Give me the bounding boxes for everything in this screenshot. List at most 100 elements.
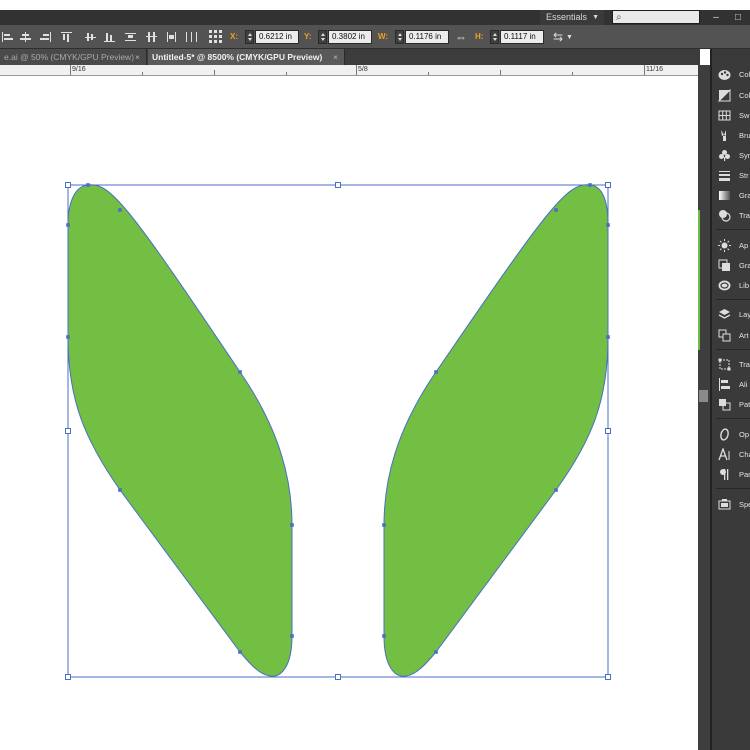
anchor-point[interactable] [66,223,70,227]
panel-transparency[interactable]: Tra [712,206,750,225]
anchor-point[interactable] [118,208,122,212]
minimize-button[interactable]: – [708,10,724,25]
bounding-box-handle[interactable] [65,182,71,188]
search-icon: ⌕ [616,12,622,23]
x-label: X: [230,32,238,41]
panel-graphic-styles[interactable]: Gra [712,256,750,275]
panel-gradient[interactable]: Gra [712,186,750,205]
panel-artboards[interactable]: Art [712,326,750,345]
anchor-point[interactable] [290,523,294,527]
workspace-label: Essentials [546,12,588,22]
anchor-point[interactable] [588,183,592,187]
anchor-point[interactable] [606,335,610,339]
w-field[interactable]: 0.1176 in [405,30,449,44]
tab-label: Untitled-5* @ 8500% (CMYK/GPU Preview) [152,52,323,62]
close-icon[interactable]: × [135,49,140,65]
panel-character[interactable]: Cha [712,445,750,464]
panel-libraries[interactable]: Lib [712,276,750,295]
transform-icon [718,358,731,371]
panel-label: Art [739,331,749,340]
panel-label: Tra [739,360,750,369]
align-vertical-center-icon[interactable] [85,32,97,42]
constrain-proportions-icon[interactable]: ⇔ [455,29,467,45]
align-left-edge-icon[interactable] [2,32,14,42]
panel-opentype[interactable]: Op [712,425,750,444]
bounding-box-handle[interactable] [65,428,71,434]
symbols-icon [719,150,730,161]
character-icon [718,448,730,461]
tab-document-e[interactable]: e.ai @ 50% (CMYK/GPU Preview) × [0,49,147,65]
scrollbar-thumb[interactable] [699,390,708,402]
anchor-point[interactable] [238,370,242,374]
anchor-point[interactable] [434,650,438,654]
anchor-point[interactable] [238,650,242,654]
search-input[interactable]: ⌕ [612,10,700,24]
panel-menu-icon[interactable]: ▼ [566,30,573,46]
panel-layers[interactable]: Lay [712,305,750,324]
workspace-switcher[interactable]: Essentials ▼ [540,10,604,25]
w-stepper[interactable] [395,30,404,44]
panel-symbols[interactable]: Sym [712,146,750,165]
y-stepper[interactable] [318,30,327,44]
reference-point-icon[interactable] [209,30,222,43]
right-leaf-shape[interactable] [383,184,609,677]
x-field[interactable]: 0.6212 in [255,30,299,44]
panel-label: Bru [739,131,750,140]
x-stepper[interactable] [245,30,254,44]
bounding-box-handle[interactable] [605,182,611,188]
bounding-box-handle[interactable] [335,182,341,188]
panel-transform[interactable]: Tra [712,355,750,374]
anchor-point[interactable] [554,488,558,492]
align-right-edge-icon[interactable] [40,32,52,42]
h-stepper[interactable] [490,30,499,44]
bounding-box-handle[interactable] [65,674,71,680]
bounding-box-handle[interactable] [605,674,611,680]
bounding-box-handle[interactable] [335,674,341,680]
left-leaf-shape[interactable] [67,184,293,677]
anchor-point[interactable] [382,634,386,638]
vertical-scrollbar[interactable] [698,65,710,750]
anchor-point[interactable] [118,488,122,492]
artboard-canvas[interactable] [0,77,698,750]
align-horizontal-center-icon[interactable] [20,32,32,42]
libraries-icon [718,280,731,291]
anchor-point[interactable] [290,634,294,638]
panel-brushes[interactable]: Bru [712,126,750,145]
control-bar: X: 0.6212 in Y: 0.3802 in W: 0.1176 in ⇔… [0,25,750,49]
anchor-point[interactable] [434,370,438,374]
anchor-point[interactable] [606,223,610,227]
panel-align[interactable]: Ali [712,375,750,394]
distribute-top-icon[interactable] [125,32,137,42]
transform-icon[interactable]: ⇆ [553,29,563,45]
anchor-point[interactable] [66,335,70,339]
paragraph-icon [720,469,729,480]
panel-pathfinder[interactable]: Pat [712,395,750,414]
artwork[interactable] [0,77,698,750]
panel-label: Ap [739,241,749,250]
h-field[interactable]: 0.1117 in [500,30,544,44]
panel-color[interactable]: Col [712,65,750,84]
distribute-horizontal-icon[interactable] [186,32,198,42]
panel-label: Cha [739,450,750,459]
distribute-bottom-icon[interactable] [166,32,178,42]
tab-document-untitled-5[interactable]: Untitled-5* @ 8500% (CMYK/GPU Preview) × [148,49,345,65]
y-field[interactable]: 0.3802 in [328,30,372,44]
align-top-edge-icon[interactable] [61,32,73,42]
align-bottom-edge-icon[interactable] [104,32,116,42]
panel-swatches[interactable]: Sw [712,106,750,125]
anchor-point[interactable] [382,523,386,527]
panel-spelling[interactable]: Spe [712,495,750,514]
w-label: W: [378,32,389,41]
close-icon[interactable]: × [333,49,338,65]
anchor-point[interactable] [86,183,90,187]
panel-stroke[interactable]: Str [712,166,750,185]
layers-icon [718,309,731,319]
anchor-point[interactable] [554,208,558,212]
maximize-button[interactable]: □ [730,10,746,25]
panel-color-guide[interactable]: Col [712,86,750,105]
distribute-center-icon[interactable] [146,32,158,42]
panel-label: Col [739,70,750,79]
panel-appearance[interactable]: Ap [712,236,750,255]
panel-paragraph[interactable]: Par [712,465,750,484]
bounding-box-handle[interactable] [605,428,611,434]
